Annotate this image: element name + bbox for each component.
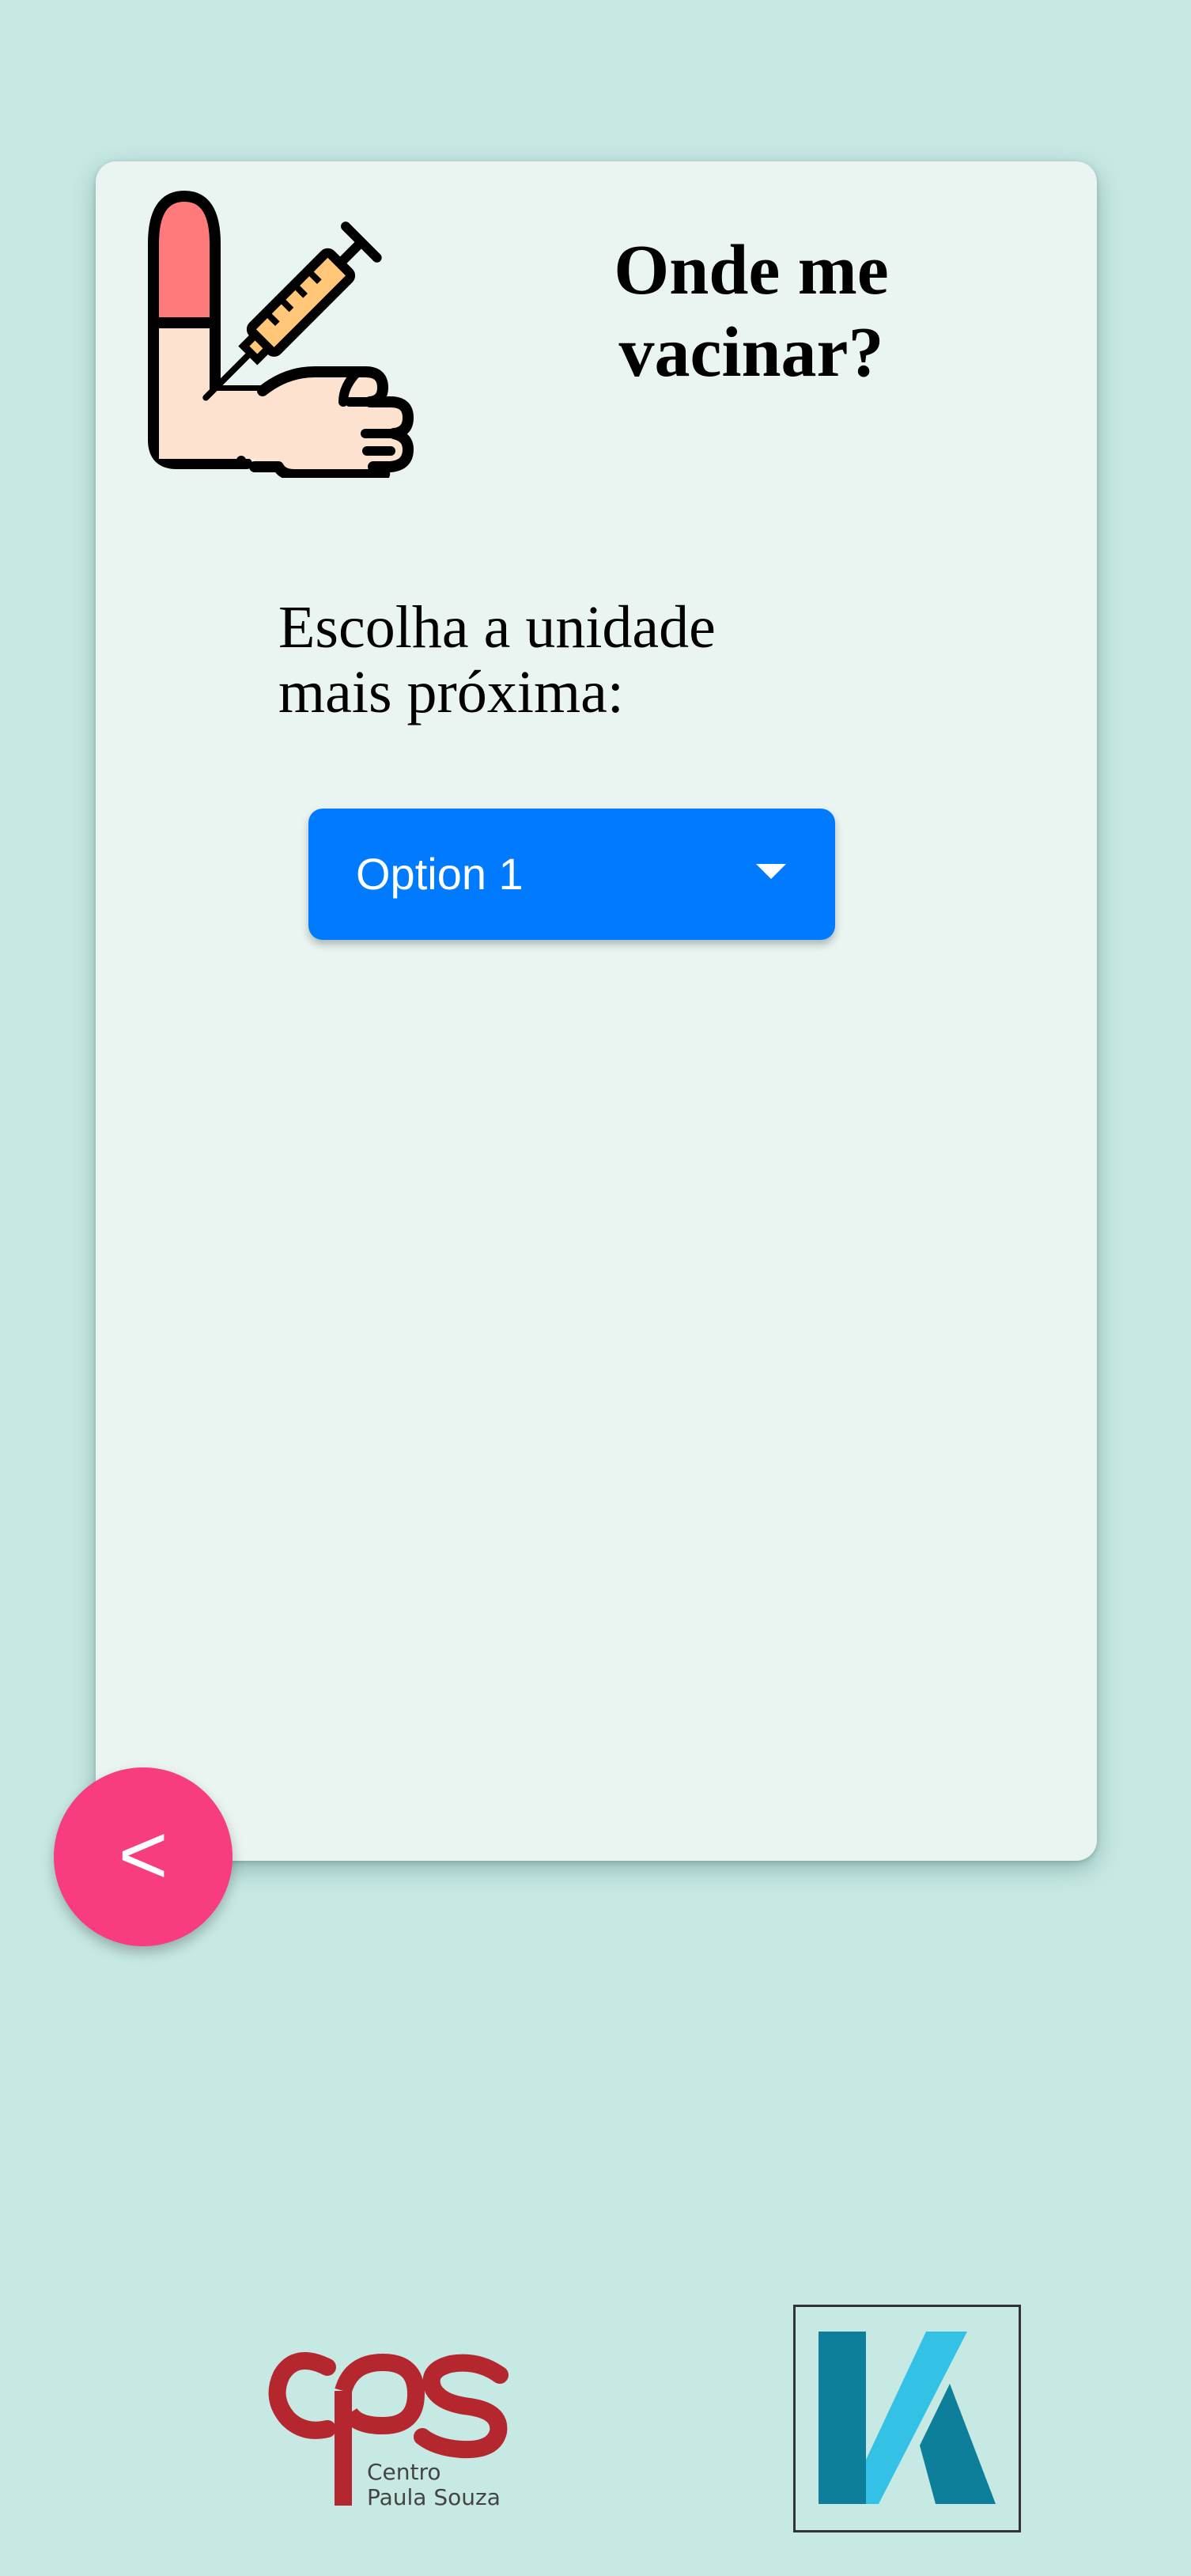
cps-logo-text-line2: Paula Souza — [367, 2484, 501, 2510]
cps-logo: Centro Paula Souza — [268, 2352, 509, 2510]
unit-prompt-line2: mais próxima: — [278, 659, 624, 725]
caret-down-icon — [756, 864, 786, 879]
unit-prompt-line1: Escolha a unidade — [278, 594, 716, 661]
page-title-line1: Onde me — [614, 231, 889, 309]
k-logo — [793, 2305, 1021, 2532]
unit-select-dropdown[interactable]: Option 1 — [308, 809, 835, 940]
vaccine-icon — [148, 191, 414, 478]
unit-select-value: Option 1 — [356, 849, 524, 899]
back-button[interactable]: < — [54, 1767, 233, 1946]
unit-prompt: Escolha a unidade mais próxima: — [278, 595, 832, 725]
page-title-line2: vacinar? — [618, 313, 884, 392]
cps-logo-text-line1: Centro — [367, 2459, 441, 2485]
page-title: Onde me vacinar? — [554, 229, 949, 394]
